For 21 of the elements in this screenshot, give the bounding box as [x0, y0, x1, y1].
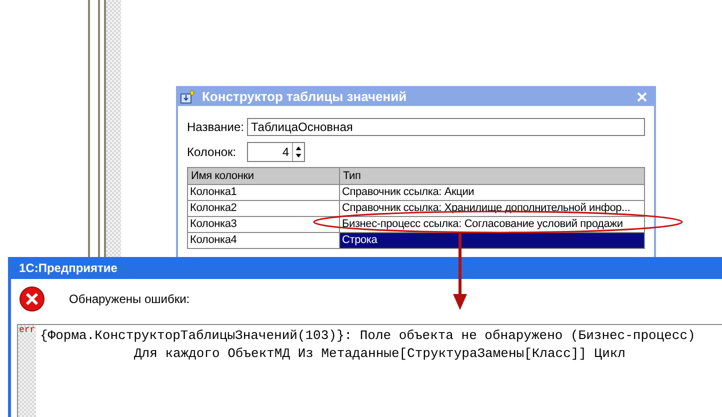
- code-line: Для каждого ОбъектМД Из Метаданные[СтруктураЗамены[Класс]] Цикл: [133, 345, 626, 363]
- window-title: Конструктор таблицы значений: [202, 88, 408, 106]
- table-icon: [180, 89, 196, 105]
- count-spinner[interactable]: 4: [247, 142, 305, 162]
- window-title: 1С:Предприятие: [19, 260, 118, 277]
- error-marker: err: [19, 326, 36, 335]
- table-cell[interactable]: Колонка3: [188, 217, 340, 232]
- column-header[interactable]: Имя колонки: [188, 168, 340, 184]
- error-icon: [19, 286, 45, 312]
- name-field[interactable]: ТаблицаОсновная: [247, 118, 645, 136]
- table-cell[interactable]: Справочник ссылка: Акции: [340, 185, 644, 200]
- field-label: Колонок:: [187, 144, 238, 161]
- column-header[interactable]: Тип: [340, 168, 644, 184]
- spin-arrows-icon[interactable]: [292, 143, 304, 161]
- error-message: Обнаружены ошибки:: [69, 291, 190, 308]
- error-line: {Форма.КонструкторТаблицыЗначений(103)}: Поле объекта не обнаружено (Бизнес-процесс): [40, 327, 696, 345]
- table-cell[interactable]: Строка: [340, 233, 644, 248]
- field-label: Название:: [187, 119, 245, 136]
- table-cell[interactable]: Справочник ссылка: Хранилище дополнительной инфор...: [340, 201, 644, 216]
- table-cell[interactable]: Колонка1: [188, 185, 340, 200]
- table-cell[interactable]: Колонка2: [188, 201, 340, 216]
